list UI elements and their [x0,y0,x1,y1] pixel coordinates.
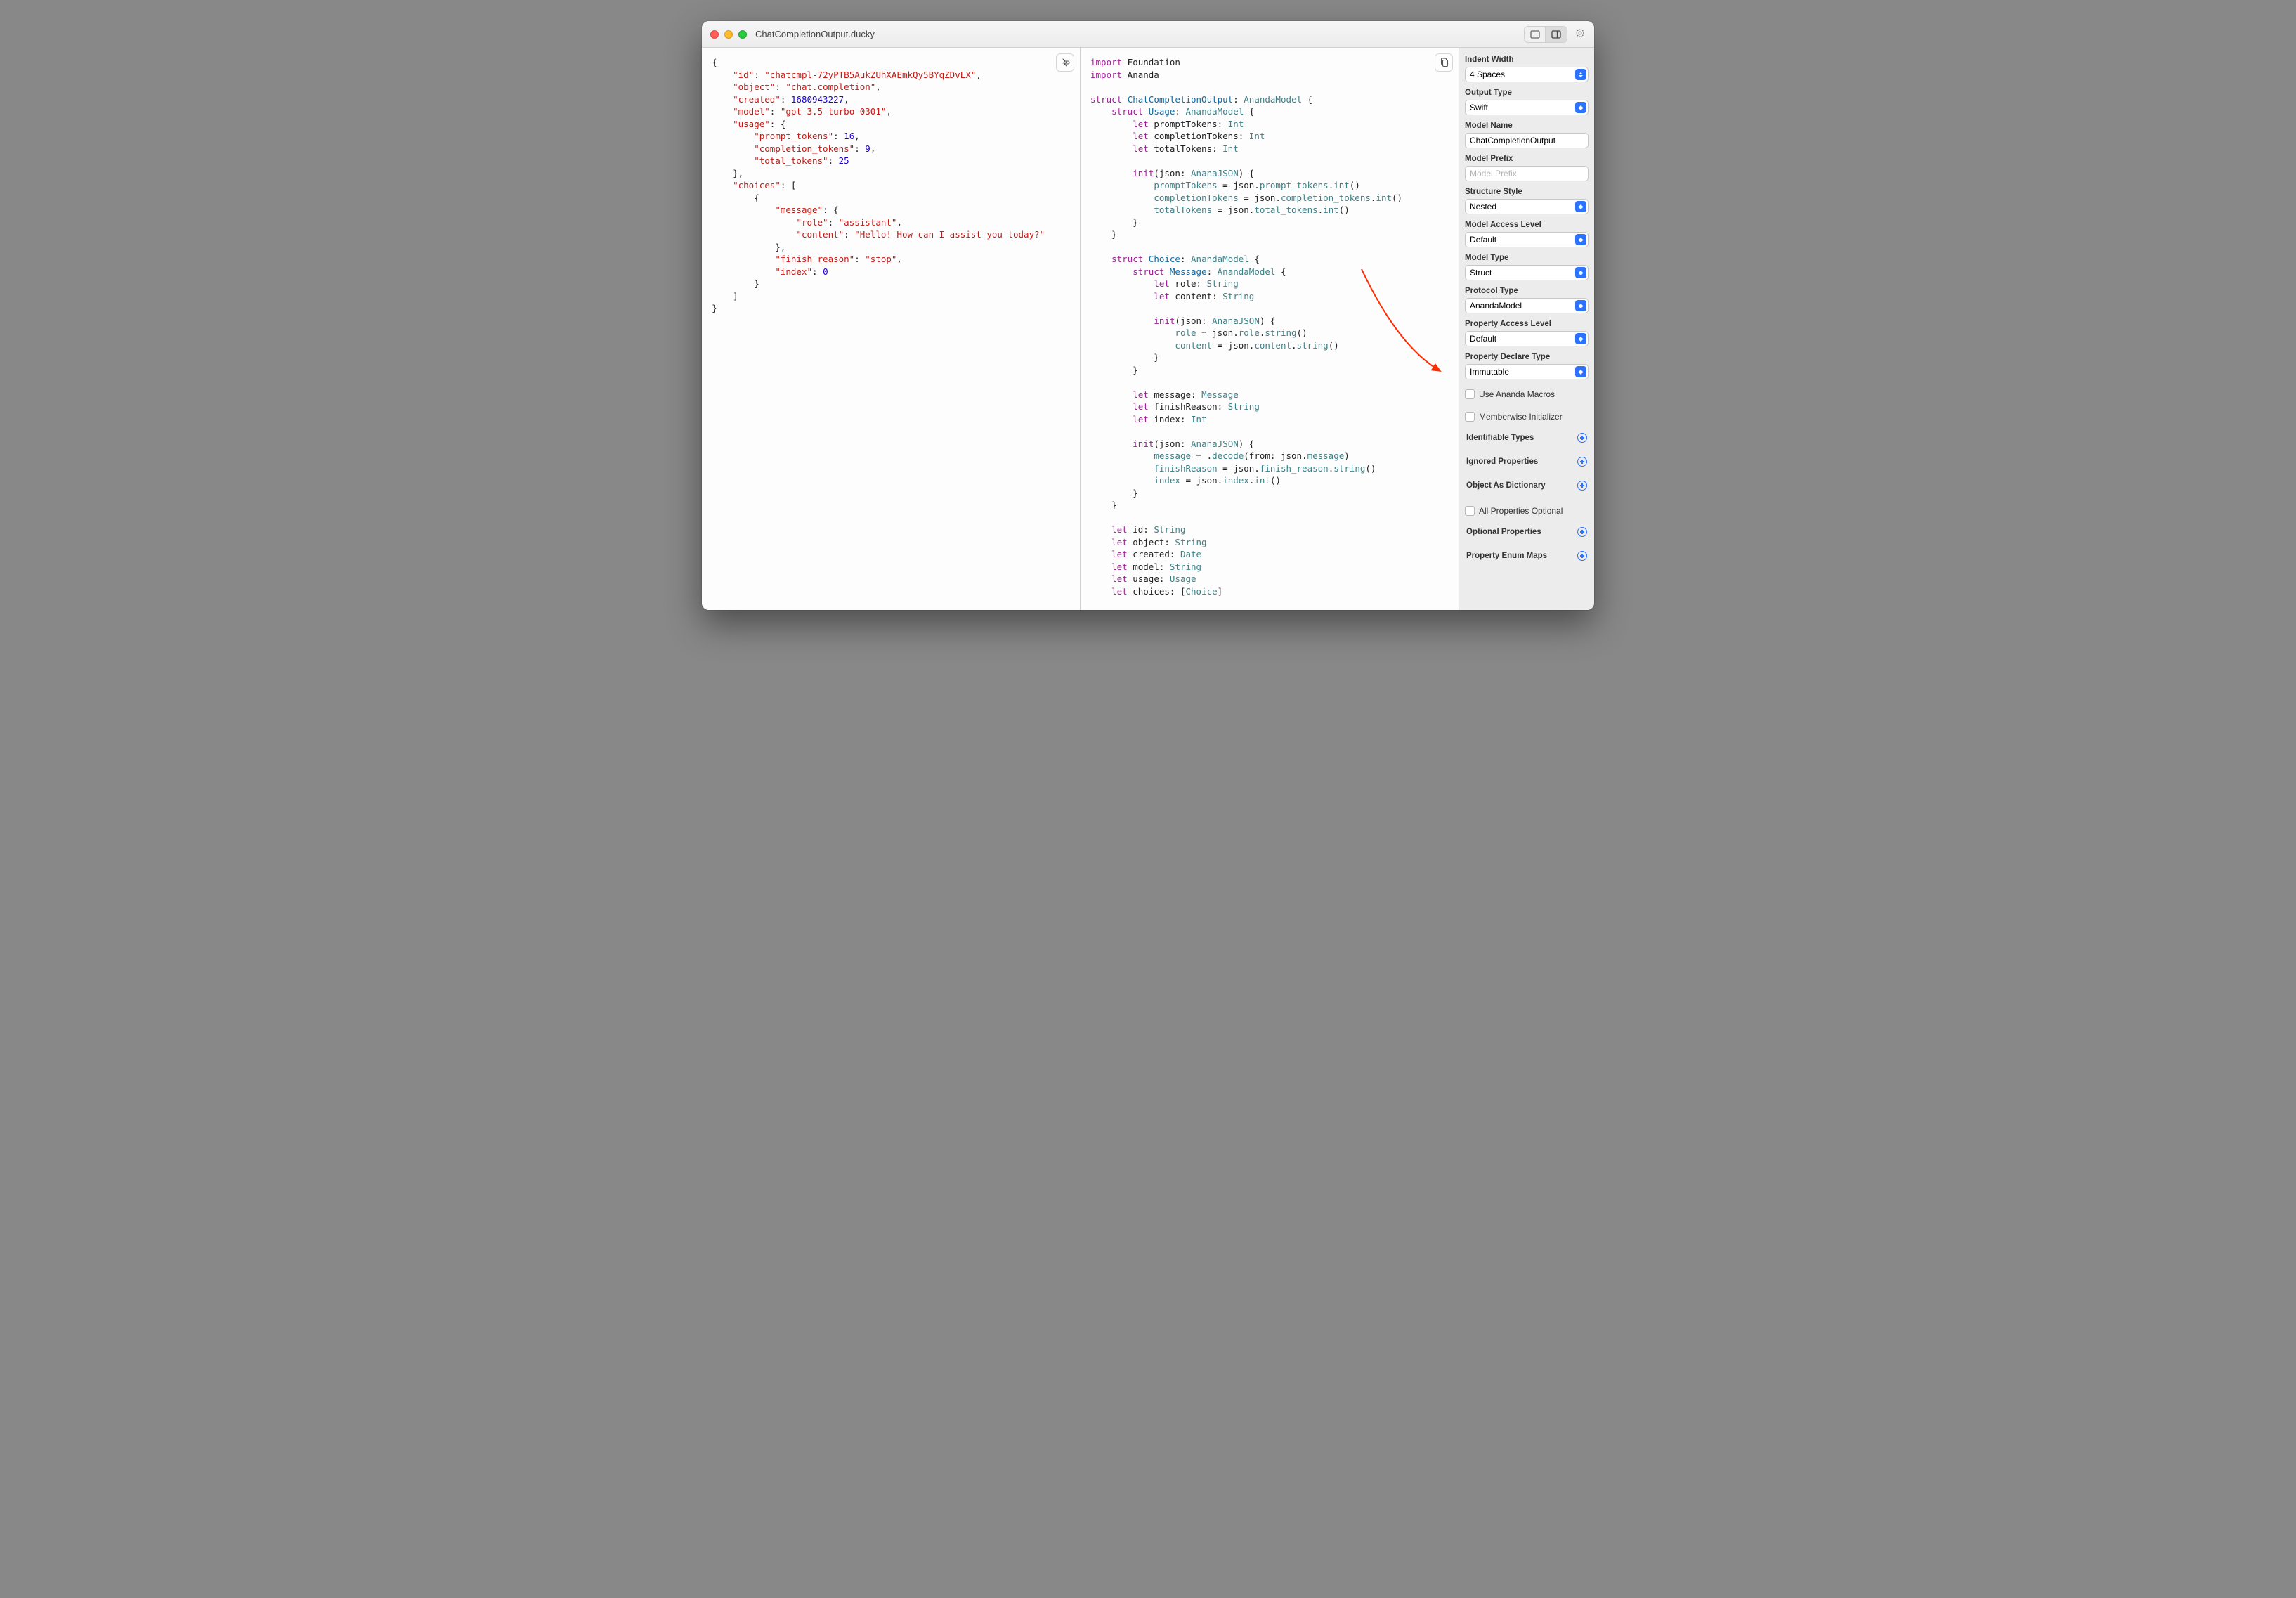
ignored-properties-section[interactable]: Ignored Properties [1465,451,1589,472]
close-button[interactable] [710,30,719,39]
checkbox-icon [1465,506,1475,516]
model-access-level-select[interactable]: Default [1465,232,1589,247]
copy-output-button[interactable] [1435,53,1453,72]
layout-segmented-control [1524,26,1567,43]
plus-icon [1577,527,1587,537]
format-json-button[interactable] [1056,53,1074,72]
zoom-button[interactable] [738,30,747,39]
property-access-level-select[interactable]: Default [1465,331,1589,346]
property-declare-type-label: Property Declare Type [1465,353,1589,361]
json-input-pane: { "id": "chatcmpl-72yPTB5AukZUhXAEmkQy5B… [702,48,1081,610]
minimize-button[interactable] [724,30,733,39]
property-access-level-label: Property Access Level [1465,320,1589,328]
json-input-code[interactable]: { "id": "chatcmpl-72yPTB5AukZUhXAEmkQy5B… [702,48,1080,323]
layout-split-button[interactable] [1546,27,1567,42]
titlebar: ChatCompletionOutput.ducky [702,21,1594,48]
plus-icon [1577,457,1587,467]
chevron-updown-icon [1575,300,1586,311]
model-prefix-label: Model Prefix [1465,155,1589,163]
memberwise-initializer-checkbox[interactable]: Memberwise Initializer [1465,410,1589,423]
model-name-label: Model Name [1465,122,1589,130]
checkbox-icon [1465,412,1475,422]
chevron-updown-icon [1575,102,1586,113]
plus-icon [1577,481,1587,491]
indent-width-label: Indent Width [1465,56,1589,64]
layout-single-button[interactable] [1525,27,1546,42]
app-window: ChatCompletionOutput.ducky { "id": "chat… [702,21,1594,610]
content-area: { "id": "chatcmpl-72yPTB5AukZUhXAEmkQy5B… [702,48,1594,610]
all-properties-optional-checkbox[interactable]: All Properties Optional [1465,505,1589,517]
property-enum-maps-section[interactable]: Property Enum Maps [1465,545,1589,566]
model-type-select[interactable]: Struct [1465,265,1589,280]
indent-width-select[interactable]: 4 Spaces [1465,67,1589,82]
model-name-input[interactable]: ChatCompletionOutput [1465,133,1589,148]
swift-output-code[interactable]: import Foundation import Ananda struct C… [1081,48,1459,610]
use-ananda-macros-checkbox[interactable]: Use Ananda Macros [1465,388,1589,401]
toolbar-right [1524,26,1586,43]
output-type-select[interactable]: Swift [1465,100,1589,115]
chevron-updown-icon [1575,333,1586,344]
identifiable-types-section[interactable]: Identifiable Types [1465,427,1589,448]
structure-style-select[interactable]: Nested [1465,199,1589,214]
chevron-updown-icon [1575,69,1586,80]
protocol-type-label: Protocol Type [1465,287,1589,295]
chevron-updown-icon [1575,366,1586,377]
window-title: ChatCompletionOutput.ducky [755,29,875,39]
object-as-dictionary-section[interactable]: Object As Dictionary [1465,475,1589,496]
protocol-type-select[interactable]: AnandaModel [1465,298,1589,313]
plus-icon [1577,433,1587,443]
structure-style-label: Structure Style [1465,188,1589,196]
chevron-updown-icon [1575,267,1586,278]
model-type-label: Model Type [1465,254,1589,262]
chevron-updown-icon [1575,234,1586,245]
chevron-updown-icon [1575,201,1586,212]
checkbox-icon [1465,389,1475,399]
optional-properties-section[interactable]: Optional Properties [1465,521,1589,543]
settings-gear-icon[interactable] [1574,27,1586,41]
swift-output-pane: import Foundation import Ananda struct C… [1081,48,1459,610]
traffic-lights [710,30,747,39]
model-prefix-input[interactable]: Model Prefix [1465,166,1589,181]
plus-icon [1577,551,1587,561]
output-type-label: Output Type [1465,89,1589,97]
property-declare-type-select[interactable]: Immutable [1465,364,1589,379]
settings-pane: Indent Width 4 Spaces Output Type Swift … [1459,48,1594,610]
model-access-level-label: Model Access Level [1465,221,1589,229]
